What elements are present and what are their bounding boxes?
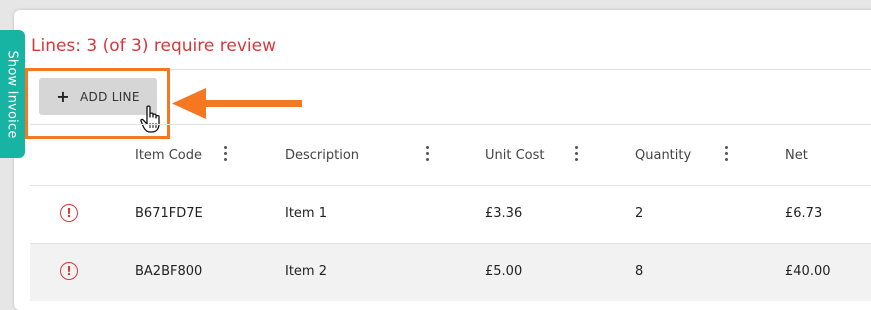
warning-circle-icon: ! <box>60 262 78 280</box>
table-row[interactable]: ! B671FD7E Item 1 £3.36 2 £6.73 <box>30 185 871 243</box>
table-row[interactable]: ! BA2BF800 Item 2 £5.00 8 £40.00 <box>30 243 871 301</box>
table-header-row: Item Code Description Unit Cost Quantity… <box>30 125 871 185</box>
quantity-cell: 2 <box>635 206 644 221</box>
show-invoice-tab[interactable]: Show Invoice <box>0 30 25 158</box>
quantity-cell: 8 <box>635 264 644 279</box>
description-cell: Item 1 <box>285 206 327 221</box>
description-cell: Item 2 <box>285 264 327 279</box>
unit-cost-cell: £3.36 <box>485 206 523 221</box>
column-menu-icon[interactable] <box>425 146 429 162</box>
net-cell: £6.73 <box>785 206 823 221</box>
unit-cost-cell: £5.00 <box>485 264 523 279</box>
show-invoice-label: Show Invoice <box>5 49 20 139</box>
item-code-cell: BA2BF800 <box>135 264 203 279</box>
net-cell: £40.00 <box>785 264 831 279</box>
column-menu-icon[interactable] <box>223 146 227 162</box>
column-header-quantity[interactable]: Quantity <box>635 148 691 163</box>
item-code-cell: B671FD7E <box>135 206 203 221</box>
warning-circle-icon: ! <box>60 204 78 222</box>
column-header-unit-cost[interactable]: Unit Cost <box>485 148 545 163</box>
column-header-description[interactable]: Description <box>285 148 359 163</box>
column-header-item-code[interactable]: Item Code <box>135 148 202 163</box>
lines-review-status: Lines: 3 (of 3) require review <box>31 36 276 56</box>
column-header-net[interactable]: Net <box>785 148 808 163</box>
annotation-arrow-icon <box>172 88 302 119</box>
column-menu-icon[interactable] <box>574 146 578 162</box>
column-menu-icon[interactable] <box>724 146 728 162</box>
